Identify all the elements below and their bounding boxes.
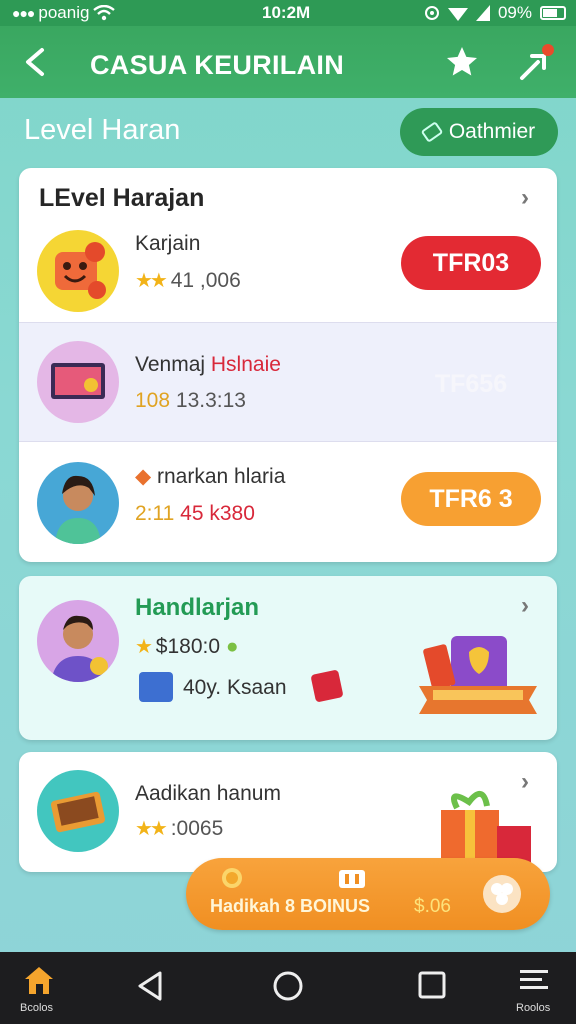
card-title: Aadikan hanum xyxy=(135,782,281,805)
row-stat-b: 45 k380 xyxy=(180,502,255,525)
aadikan-card[interactable]: Aadikan hanum › ★★ :0065 xyxy=(19,752,557,872)
row-stat-a: 108 xyxy=(135,389,171,412)
bonus-value: $.06 xyxy=(414,896,451,917)
man-avatar-icon xyxy=(51,615,108,682)
row-name-first: Venmaj xyxy=(135,353,206,376)
code-badge[interactable]: TFR03 xyxy=(401,236,541,290)
row-stat-b: 13.3:13 xyxy=(175,389,246,412)
share-button[interactable] xyxy=(516,44,556,84)
level-card-title: LEvel Harajan xyxy=(39,184,205,212)
circle-home-icon xyxy=(273,971,303,1001)
stars-icon: ★★ xyxy=(135,270,168,292)
status-time: 10:2M xyxy=(262,3,311,22)
code-badge[interactable]: TFR6 3 xyxy=(401,472,541,526)
filter-button[interactable]: Oathmier xyxy=(400,108,558,156)
status-bar: ●●● poanig 10:2M 09% xyxy=(0,0,576,26)
row-name-highlight: Hslnaie xyxy=(210,353,281,376)
triangle-back-icon xyxy=(138,971,162,1001)
back-button[interactable] xyxy=(20,42,54,82)
card-stats-value: $180:0 xyxy=(155,635,221,658)
code-badge[interactable]: TF656 xyxy=(401,357,541,411)
page-title: CASUA KEURILAIN xyxy=(90,50,344,80)
row-stats: 108 13.3:13 xyxy=(135,389,246,413)
system-nav-bar: Bcolos Roolos xyxy=(0,952,576,1024)
box-icon xyxy=(139,672,173,702)
card-stats: ★ $180:0 ● xyxy=(135,634,239,659)
handlarjan-card[interactable]: Handlarjan › ★ $180:0 ● 40y. Ksaan xyxy=(19,576,557,740)
tag-icon xyxy=(420,121,444,143)
avatar xyxy=(37,462,119,544)
card-stats-value: :0065 xyxy=(170,817,224,840)
row-name-text: rnarkan hlaria xyxy=(157,465,286,488)
menu-nav-button[interactable] xyxy=(518,968,552,1001)
ticket-icon xyxy=(339,870,365,888)
section-title: Level Haran xyxy=(24,114,181,146)
list-item[interactable]: Venmaj Hslnaie 108 13.3:13 TF656 xyxy=(19,322,557,442)
row-stats: ★★ 41 ,006 xyxy=(135,268,241,293)
leaf-icon: ● xyxy=(225,635,239,658)
row-stat-a: 2:11 xyxy=(135,502,175,525)
recents-button[interactable] xyxy=(418,970,446,1005)
battery-icon xyxy=(540,6,566,20)
card-stats: ★★ :0065 xyxy=(135,816,223,841)
chevron-right-icon[interactable]: › xyxy=(521,184,529,212)
level-card: LEvel Harajan › Karjain ★★ 41 ,006 TFR03 xyxy=(19,168,557,562)
trophy-banner-icon xyxy=(419,636,537,714)
row-name: ◆ rnarkan hlaria xyxy=(135,464,285,489)
list-item[interactable]: Karjain ★★ 41 ,006 TFR03 xyxy=(19,212,557,330)
favorite-button[interactable] xyxy=(444,44,480,86)
avatar xyxy=(37,230,119,312)
clover-icon xyxy=(483,875,521,913)
avatar xyxy=(37,770,119,852)
alarm-icon xyxy=(424,6,439,20)
home-nav-button[interactable] xyxy=(22,964,56,1001)
square-recents-icon xyxy=(418,971,446,999)
carrier-name: poanig xyxy=(38,3,90,22)
stars-icon: ★★ xyxy=(135,818,168,840)
row-name: Karjain xyxy=(135,232,201,255)
bonus-bar[interactable]: Hadikah 8 BOINUS $.06 xyxy=(186,858,550,930)
coin-icon xyxy=(222,868,242,888)
signal-dots-icon: ●●● xyxy=(12,5,35,21)
chocolate-box-icon xyxy=(50,791,106,833)
tablet-avatar-icon xyxy=(51,363,105,399)
back-nav-button[interactable] xyxy=(136,970,164,1007)
battery-percent: 09% xyxy=(497,3,532,22)
bonus-label: Hadikah 8 BOINUS xyxy=(210,896,371,916)
fire-icon: ◆ xyxy=(135,465,152,488)
monster-avatar-icon xyxy=(55,242,106,299)
row-stats-value: 41 ,006 xyxy=(170,269,241,292)
card-title: Handlarjan xyxy=(135,594,260,621)
wifi-icon xyxy=(93,5,116,21)
avatar xyxy=(37,341,119,423)
row-stats: 2:11 45 k380 xyxy=(135,502,255,526)
list-item[interactable]: ◆ rnarkan hlaria 2:11 45 k380 TFR6 3 xyxy=(19,444,557,562)
cell-signal-icon xyxy=(475,5,490,21)
home-icon xyxy=(25,967,53,994)
home-circle-button[interactable] xyxy=(272,970,304,1007)
gift-icon xyxy=(310,669,344,703)
row-name: Venmaj Hslnaie xyxy=(135,353,281,377)
person-avatar-icon xyxy=(55,475,101,544)
app-header: CASUA KEURILAIN xyxy=(0,26,576,98)
menu-nav-label: Roolos xyxy=(516,1002,551,1014)
card-subtext: 40y. Ksaan xyxy=(183,676,287,699)
star-icon: ★ xyxy=(135,636,153,658)
wifi-full-icon xyxy=(447,8,468,21)
avatar xyxy=(37,600,119,682)
notification-dot xyxy=(542,44,554,56)
filter-button-label: Oathmier xyxy=(448,120,536,143)
chevron-left-icon xyxy=(26,48,44,76)
star-icon xyxy=(447,47,477,76)
home-nav-label: Bcolos xyxy=(20,1002,54,1014)
menu-icon xyxy=(520,970,548,989)
